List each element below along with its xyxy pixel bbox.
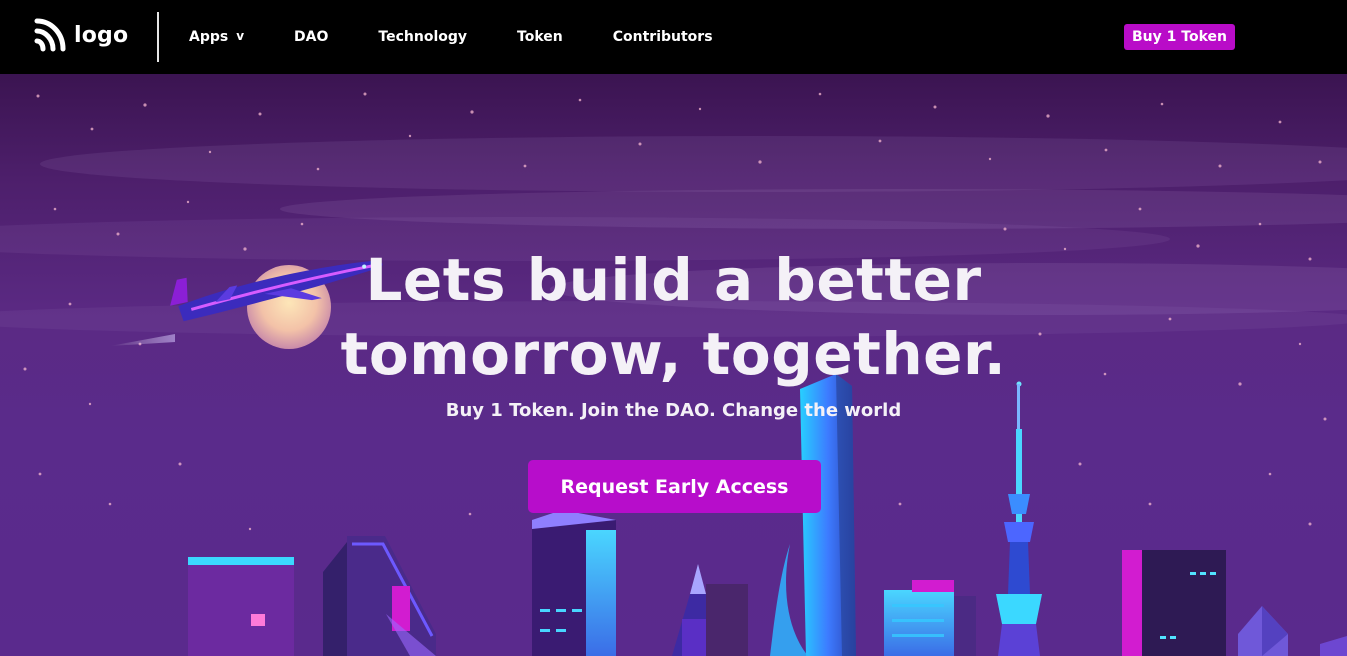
main-nav: Apps v DAO Technology Token Contributors [189,0,763,74]
hero-section: Lets build a better tomorrow, together. … [0,74,1347,656]
nav-dao-label: DAO [294,29,329,45]
request-early-access-button-label: Request Early Access [560,475,789,498]
hero-title: Lets build a better tomorrow, together. [0,243,1347,391]
buy-token-button-label: Buy 1 Token [1132,29,1227,45]
nav-apps[interactable]: Apps v [189,29,244,45]
nav-technology-label: Technology [378,29,468,45]
nav-contributors-label: Contributors [612,29,713,45]
request-early-access-button[interactable]: Request Early Access [528,460,821,513]
nav-dao[interactable]: DAO [294,29,328,45]
nav-technology[interactable]: Technology [378,29,467,45]
chevron-down-icon: v [236,29,245,43]
logo-text: logo [74,22,129,48]
header-divider [157,12,159,62]
nav-token-label: Token [517,29,563,45]
hero-title-line-1: Lets build a better [365,246,982,314]
hero-subtitle: Buy 1 Token. Join the DAO. Change the wo… [445,400,902,421]
nav-token[interactable]: Token [517,29,563,45]
logo-icon [34,18,66,52]
nav-apps-label: Apps [189,29,229,45]
buy-token-button[interactable]: Buy 1 Token [1124,24,1235,50]
top-navigation: logo Apps v DAO Technology Token Contrib… [0,0,1347,74]
nav-contributors[interactable]: Contributors [613,29,713,45]
hero-title-line-2: tomorrow, together. [340,320,1007,388]
logo[interactable]: logo [34,18,128,52]
